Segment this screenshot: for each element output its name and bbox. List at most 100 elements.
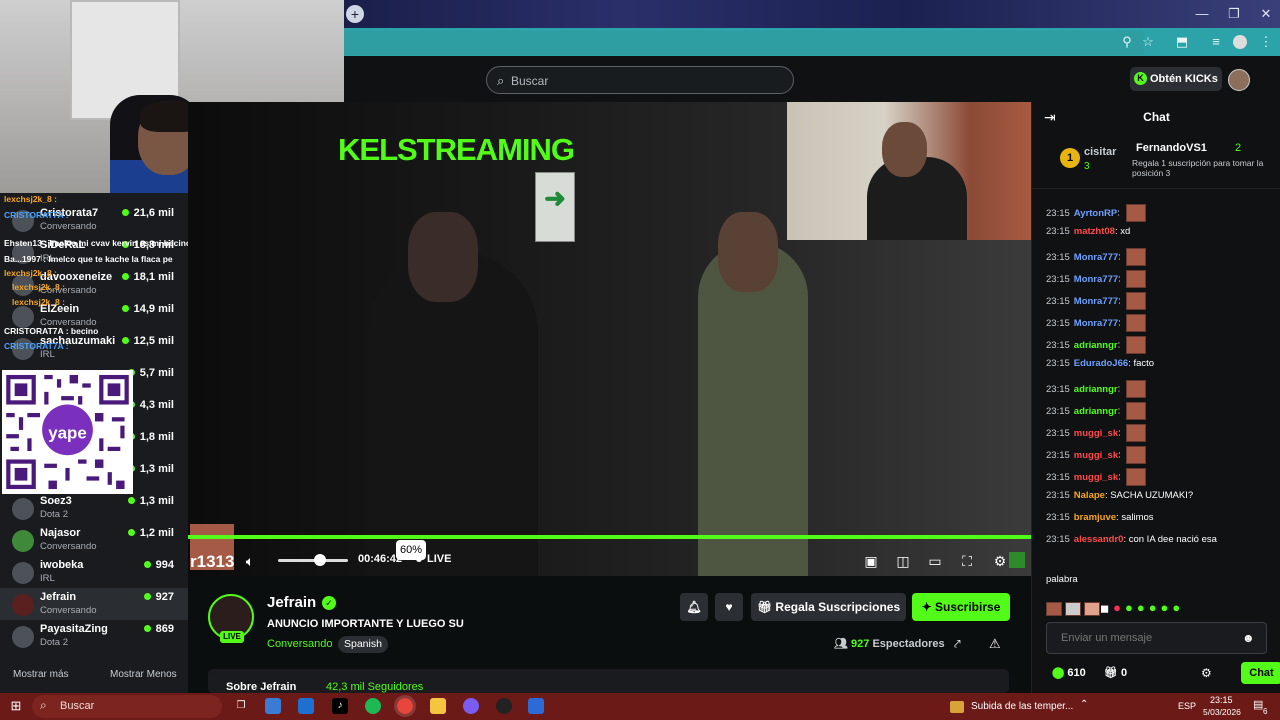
volume-icon[interactable]: 🔈︎ [241,552,259,570]
copilot-icon[interactable] [463,698,479,714]
notification-icon[interactable]: ▤ [1253,698,1263,711]
follow-heart-button[interactable]: ♥ [715,593,743,621]
chat-username[interactable]: alessandr0 [1074,534,1124,545]
chat-time: 23:15 [1046,449,1070,461]
chrome-icon[interactable] [394,695,416,717]
channel-category: Conversando [40,221,97,232]
mail-icon[interactable] [298,698,314,714]
sidebar-channel[interactable]: PayasitaZing Dota 2 869 [0,620,188,652]
news-ticker[interactable]: Subida de las temper... [971,701,1073,712]
restore-button[interactable]: ❐ [1221,4,1247,24]
media-icon[interactable]: ≡ [1208,34,1224,50]
chat-username[interactable]: Monra777 [1074,252,1118,263]
show-less-link[interactable]: Mostrar Menos [110,669,177,680]
search-input[interactable]: Buscar [511,74,548,88]
channel-viewers: 4,3 mil [127,399,174,411]
address-bar[interactable] [344,31,1144,55]
bookmark-star-icon[interactable]: ☆ [1140,34,1156,50]
clock-date[interactable]: 5/03/2026 [1203,707,1241,717]
chat-username[interactable]: adrianngr [1074,384,1118,395]
chat-username[interactable]: bramjuve [1074,512,1116,523]
emoji-picker-icon[interactable]: ☻ [1242,631,1255,645]
channel-name: iwobeka [40,559,84,571]
live-indicator: LIVE [416,553,451,565]
channel-name: Soez3 [40,495,72,507]
task-view-icon[interactable]: ❐ [233,698,249,714]
chat-message-input[interactable] [1046,622,1267,654]
tiktok-icon[interactable]: ♪ [332,698,348,714]
zoom-icon[interactable]: ⚲ [1119,34,1135,50]
site-header: ⌕ Buscar K Obtén KICKs [344,56,1280,102]
fullscreen-icon[interactable]: ⛶ [958,552,976,570]
overlay-chat-line: lexchsj2k_8 : [12,282,65,292]
profile-icon[interactable] [1233,35,1247,49]
user-avatar[interactable] [1228,69,1250,91]
stream-category[interactable]: Conversando [267,638,332,650]
chat-username[interactable]: Monra777 [1074,274,1118,285]
clip-icon[interactable]: ◫ [894,552,912,570]
chat-username[interactable]: adrianngr [1074,340,1118,351]
channel-category: Conversando [40,541,97,552]
chat-text: SACHA UZUMAKI? [1110,490,1194,501]
chat-username[interactable]: Monra777 [1074,296,1118,307]
chat-message: 23:15 adrianngr: [1046,402,1146,420]
new-tab-button[interactable]: + [346,5,364,23]
miniplayer-icon[interactable]: ▣ [862,552,880,570]
language-indicator[interactable]: ESP [1178,701,1196,711]
chat-message: 23:15 Monra777: [1046,248,1147,266]
search-box[interactable]: ⌕ Buscar [486,66,794,94]
obs-icon[interactable] [496,698,512,714]
sidebar-channel[interactable]: Najasor Conversando 1,2 mil [0,524,188,556]
leader-1-count: 3 [1084,161,1090,172]
video-progress-bar[interactable] [188,535,1031,539]
points-counter[interactable]: ⬤ 610 [1052,666,1086,679]
gift-subs-button[interactable]: 🎁︎ Regala Suscripciones [751,593,906,621]
spotify-icon[interactable] [365,698,381,714]
video-player[interactable]: KELSTREAMING ➜ r1313 [188,102,1031,576]
sidebar-channel[interactable]: Cristorata7 Conversando 21,6 mil [0,204,188,236]
emote-bar[interactable]: ◼●●●●●● [1046,600,1266,618]
report-icon[interactable]: ⚠ [989,636,1001,652]
taskbar-search[interactable]: ⌕ Buscar [32,695,222,718]
sidebar-channel-selected[interactable]: Jefrain Conversando 927 [0,588,188,620]
chat-username[interactable]: AyrtonRP [1074,208,1117,219]
chat-username[interactable]: matzht08 [1074,226,1115,237]
chat-username[interactable]: muggi_sk [1074,472,1118,483]
clock-time[interactable]: 23:15 [1210,695,1233,705]
channel-viewers: 12,5 mil [121,335,174,347]
leaderboard-divider [1032,188,1280,189]
volume-knob[interactable] [314,554,326,566]
app-icon[interactable] [528,698,544,714]
share-icon[interactable]: ⤤ [954,637,961,652]
chat-username[interactable]: muggi_sk [1074,428,1118,439]
streamer-name[interactable]: Jefrain [267,594,316,611]
settings-icon[interactable]: ⚙ [991,552,1009,570]
chat-settings-icon[interactable]: ⚙ [1201,666,1212,680]
sidebar-channel[interactable]: iwobeka IRL 994 [0,556,188,588]
sidebar-channel[interactable]: Soez3 Dota 2 1,3 mil [0,492,188,524]
gift-counter[interactable]: 🎁︎ 0 [1104,666,1127,679]
windows-start-icon[interactable]: ⊞ [8,698,24,714]
chat-send-button[interactable]: Chat [1241,662,1280,684]
theater-mode-icon[interactable]: ▭ [926,552,944,570]
close-window-button[interactable]: ✕ [1253,4,1279,24]
chat-username[interactable]: Nalape [1074,490,1105,501]
get-kicks-button[interactable]: K Obtén KICKs [1130,67,1222,91]
minimize-button[interactable]: — [1189,4,1215,24]
show-more-link[interactable]: Mostrar más [13,669,69,680]
browser-menu-icon[interactable]: ⋮ [1258,34,1274,50]
channel-avatar [12,626,34,648]
extensions-icon[interactable]: ⬒ [1174,34,1190,50]
channel-viewers: 21,6 mil [121,207,174,219]
language-tag[interactable]: Spanish [338,636,388,653]
store-icon[interactable] [265,698,281,714]
chat-username[interactable]: muggi_sk [1074,450,1118,461]
chat-username[interactable]: Monra777 [1074,318,1118,329]
volume-slider[interactable]: 60% [278,540,426,566]
file-explorer-icon[interactable] [430,698,446,714]
chat-username[interactable]: adrianngr [1074,406,1118,417]
tray-chevron-icon[interactable]: ⌃ [1080,699,1088,710]
subscribe-button[interactable]: ✦ Suscribirse [912,593,1010,621]
chat-username[interactable]: EduradoJ66 [1074,358,1128,369]
notification-bell-button[interactable]: 🔔︎ [680,593,708,621]
